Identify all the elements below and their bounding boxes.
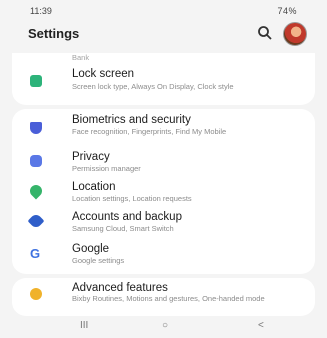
item-subtitle: Screen lock type, Always On Display, Clo…	[72, 82, 234, 91]
status-battery: 74%	[277, 6, 297, 16]
partial-item-label[interactable]: Bank	[72, 53, 89, 62]
home-button[interactable]: ○	[162, 320, 168, 331]
settings-item-location[interactable]: Location Location settings, Location req…	[12, 181, 315, 209]
location-icon	[27, 182, 45, 200]
item-subtitle: Permission manager	[72, 164, 141, 173]
search-icon[interactable]	[256, 24, 274, 42]
page-title: Settings	[28, 26, 80, 41]
item-subtitle: Bixby Routines, Motions and gestures, On…	[72, 294, 265, 303]
item-subtitle: Location settings, Location requests	[72, 194, 192, 203]
settings-item-google[interactable]: G Google Google settings	[12, 243, 315, 271]
app-bar: Settings	[0, 22, 327, 48]
item-subtitle: Samsung Cloud, Smart Switch	[72, 224, 174, 233]
settings-item-accounts[interactable]: Accounts and backup Samsung Cloud, Smart…	[12, 211, 315, 239]
status-bar: 11:39 74%	[0, 0, 327, 22]
google-icon: G	[30, 246, 41, 261]
settings-group-1: Bank Lock screen Screen lock type, Alway…	[12, 53, 315, 105]
lock-icon	[30, 75, 42, 87]
settings-item-biometrics[interactable]: Biometrics and security Face recognition…	[12, 114, 315, 150]
settings-group-2: Biometrics and security Face recognition…	[12, 109, 315, 274]
item-title: Biometrics and security	[72, 114, 191, 126]
item-title: Accounts and backup	[72, 211, 182, 223]
gear-plus-icon	[30, 288, 42, 300]
recents-button[interactable]: III	[80, 320, 88, 331]
shield-icon	[30, 122, 42, 134]
item-title: Lock screen	[72, 68, 135, 80]
settings-item-privacy[interactable]: Privacy Permission manager	[12, 151, 315, 179]
item-title: Location	[72, 181, 116, 193]
status-time: 11:39	[30, 6, 52, 16]
avatar[interactable]	[283, 22, 307, 46]
back-button[interactable]: <	[258, 320, 264, 331]
key-icon	[27, 212, 45, 230]
item-title: Privacy	[72, 151, 110, 163]
privacy-icon	[30, 155, 42, 167]
settings-item-advanced[interactable]: Advanced features Bixby Routines, Motion…	[12, 282, 315, 314]
item-title: Google	[72, 243, 110, 255]
settings-item-lock-screen[interactable]: Lock screen Screen lock type, Always On …	[12, 67, 315, 105]
navigation-bar: III ○ <	[0, 318, 327, 338]
settings-group-3: Advanced features Bixby Routines, Motion…	[12, 278, 315, 316]
item-title: Advanced features	[72, 282, 168, 294]
item-subtitle: Google settings	[72, 256, 125, 265]
item-subtitle: Face recognition, Fingerprints, Find My …	[72, 127, 227, 136]
